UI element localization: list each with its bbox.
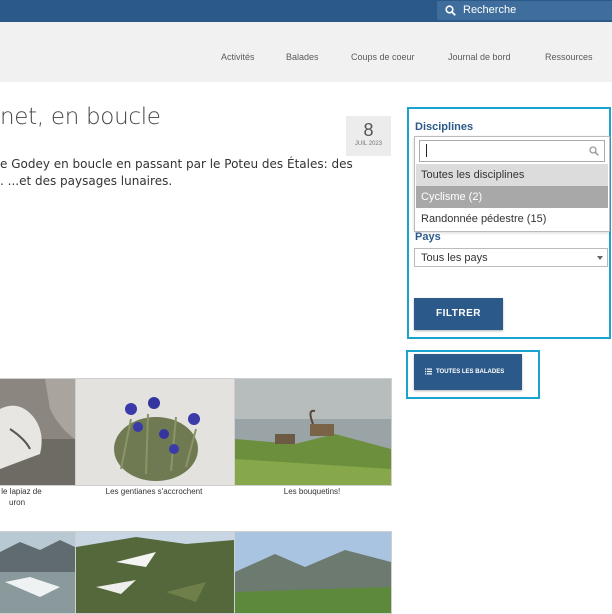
nav-item-balades[interactable]: Balades xyxy=(286,52,319,62)
photo-lapiaz[interactable] xyxy=(0,378,76,486)
photo-lac[interactable] xyxy=(0,531,76,614)
dropdown-option-randonnee[interactable]: Randonnée pédestre (15) xyxy=(416,208,608,230)
pays-select[interactable]: Tous les pays xyxy=(414,248,608,267)
search-label: Recherche xyxy=(463,4,517,16)
nav-item-ressources[interactable]: Ressources xyxy=(545,52,593,62)
pays-label: Pays xyxy=(415,231,441,243)
date-month: JUIL 2023 xyxy=(354,141,383,147)
dropdown-option-all[interactable]: Toutes les disciplines xyxy=(416,164,608,186)
all-balades-button[interactable]: TOUTES LES BALADES xyxy=(414,354,522,390)
list-icon xyxy=(425,368,432,375)
photo-bouquetins[interactable] xyxy=(234,378,392,486)
date-badge: 8 JUIL 2023 xyxy=(346,116,391,156)
nav-item-coups-de-coeur[interactable]: Coups de coeur xyxy=(351,52,415,62)
photo-neve[interactable] xyxy=(75,531,235,614)
pays-select-value: Tous les pays xyxy=(421,252,488,264)
caption-gentianes: Les gentianes s'accrochent xyxy=(105,487,203,496)
intro-line-1: e Godey en boucle en passant par le Pote… xyxy=(0,157,353,171)
page-title: net, en boucle xyxy=(0,104,161,130)
disciplines-label: Disciplines xyxy=(415,121,474,133)
top-bar: Recherche xyxy=(0,0,612,22)
caption-bouquetins: Les bouquetins! xyxy=(283,487,341,496)
post-intro: e Godey en boucle en passant par le Pote… xyxy=(0,156,353,190)
intro-line-2: . ...et des paysages lunaires. xyxy=(0,174,173,188)
search-box[interactable]: Recherche xyxy=(437,1,612,20)
disciplines-dropdown[interactable]: Toutes les disciplines Cyclisme (2) Rand… xyxy=(414,136,610,232)
caption-lapiaz-line-2: uron xyxy=(9,498,26,507)
chevron-down-icon xyxy=(597,256,603,260)
nav-item-activites[interactable]: Activités xyxy=(221,52,255,62)
text-cursor xyxy=(426,144,427,157)
all-balades-label: TOUTES LES BALADES xyxy=(436,369,505,375)
search-icon xyxy=(445,5,456,16)
photo-gentianes[interactable] xyxy=(75,378,235,486)
caption-lapiaz-line-1: s le lapiaz de xyxy=(0,487,42,496)
filter-submit-button[interactable]: FILTRER xyxy=(414,298,503,330)
caption-lapiaz: s le lapiaz de uron xyxy=(0,486,70,508)
nav-item-journal-de-bord[interactable]: Journal de bord xyxy=(448,52,511,62)
photo-vallee[interactable] xyxy=(234,531,392,614)
dropdown-search-input[interactable] xyxy=(419,140,605,162)
date-day: 8 xyxy=(363,120,374,140)
dropdown-option-cyclisme[interactable]: Cyclisme (2) xyxy=(416,186,608,208)
search-icon xyxy=(589,146,599,156)
